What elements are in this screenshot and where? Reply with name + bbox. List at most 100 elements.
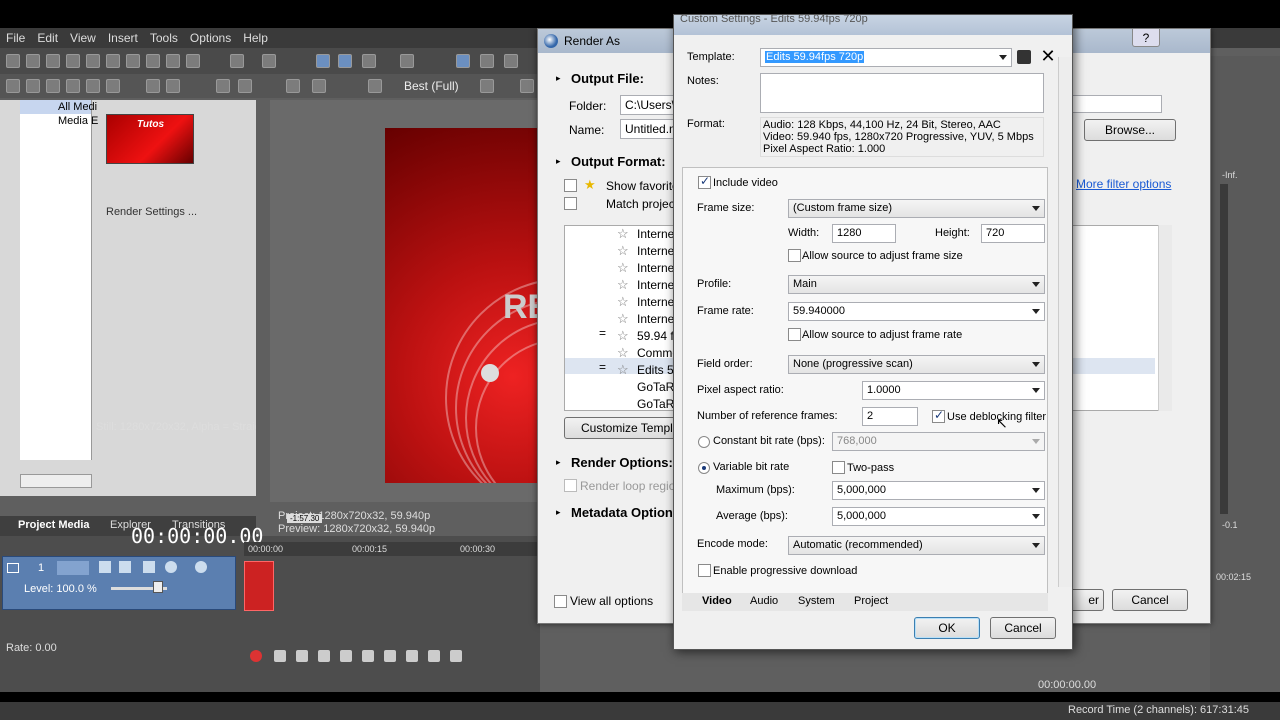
folder-input[interactable]: C:\Users\ <box>620 95 680 115</box>
ok-button[interactable]: OK <box>914 617 980 639</box>
track-motion-icon[interactable] <box>99 561 111 573</box>
template-item[interactable]: Interne <box>637 244 674 258</box>
collapse-arrow-icon[interactable]: ▸ <box>556 507 561 518</box>
properties-icon[interactable] <box>106 54 120 68</box>
progressive-download-checkbox[interactable] <box>698 564 711 577</box>
variable-bit-rate-radio[interactable] <box>698 462 710 474</box>
paste-icon[interactable] <box>166 54 180 68</box>
copy-snapshot-icon[interactable] <box>520 79 534 93</box>
external-monitor-icon[interactable] <box>312 79 326 93</box>
maximum-bps-combo[interactable]: 5,000,000 <box>832 481 1045 500</box>
save-as-icon[interactable] <box>66 54 80 68</box>
frame-size-dropdown[interactable]: (Custom frame size) <box>788 199 1045 218</box>
normal-edit-tool-icon[interactable] <box>316 54 330 68</box>
favorite-star-icon[interactable]: ☆ <box>617 345 629 361</box>
favorite-star-icon[interactable]: ☆ <box>617 311 629 327</box>
auto-crossfade-icon[interactable] <box>480 54 494 68</box>
favorite-star-icon[interactable]: ☆ <box>617 243 629 259</box>
frame-rate-combo[interactable]: 59.940000 <box>788 302 1045 321</box>
favorite-star-icon[interactable]: ☆ <box>617 362 629 378</box>
pause-icon[interactable] <box>340 650 352 662</box>
split-screen-icon[interactable] <box>368 79 382 93</box>
search-icon[interactable] <box>106 79 120 93</box>
tree-item-all-media[interactable]: All Medi <box>20 100 97 114</box>
close-icon[interactable] <box>146 79 160 93</box>
save-template-icon[interactable] <box>1017 50 1031 64</box>
view-all-options-checkbox[interactable] <box>554 595 567 608</box>
tab-project[interactable]: Project <box>854 595 888 607</box>
menu-view[interactable]: View <box>64 28 102 48</box>
template-item[interactable]: Interne <box>637 312 674 326</box>
menu-file[interactable]: File <box>0 28 31 48</box>
menu-help[interactable]: Help <box>237 28 274 48</box>
allow-frame-size-checkbox[interactable] <box>788 249 801 262</box>
menu-options[interactable]: Options <box>184 28 237 48</box>
average-bps-combo[interactable]: 5,000,000 <box>832 507 1045 526</box>
favorite-star-icon[interactable]: ☆ <box>617 277 629 293</box>
copy-icon[interactable] <box>146 54 160 68</box>
play-icon[interactable] <box>216 79 230 93</box>
refresh-icon[interactable] <box>86 79 100 93</box>
open-icon[interactable] <box>26 54 40 68</box>
menu-tools[interactable]: Tools <box>144 28 184 48</box>
redo-icon[interactable] <box>262 54 276 68</box>
favorite-star-icon[interactable]: ☆ <box>617 226 629 242</box>
mute-icon[interactable] <box>195 561 207 573</box>
get-media-icon[interactable] <box>46 79 60 93</box>
settings-vertical-scrollbar[interactable] <box>1058 57 1072 587</box>
menu-edit[interactable]: Edit <box>31 28 64 48</box>
tab-audio[interactable]: Audio <box>750 595 778 607</box>
views-icon[interactable] <box>166 79 180 93</box>
template-item[interactable]: Interne <box>637 261 674 275</box>
template-item[interactable]: Interne <box>637 227 674 241</box>
lock-envelopes-icon[interactable] <box>504 54 518 68</box>
collapse-arrow-icon[interactable]: ▸ <box>556 457 561 468</box>
collapse-arrow-icon[interactable]: ▸ <box>556 156 561 167</box>
encode-mode-dropdown[interactable]: Automatic (recommended) <box>788 536 1045 555</box>
render-as-cancel-button[interactable]: Cancel <box>1112 589 1188 611</box>
constant-bit-rate-radio[interactable] <box>698 436 710 448</box>
template-item[interactable]: Interne <box>637 295 674 309</box>
tab-video[interactable]: Video <box>702 595 732 607</box>
constant-bit-rate-combo[interactable]: 768,000 <box>832 432 1045 451</box>
width-input[interactable]: 1280 <box>832 224 896 243</box>
new-file-icon[interactable] <box>6 54 20 68</box>
collapse-arrow-icon[interactable]: ▸ <box>556 73 561 84</box>
tab-project-media[interactable]: Project Media <box>18 519 90 531</box>
previous-frame-icon[interactable] <box>428 650 440 662</box>
track-name-field[interactable] <box>57 561 89 575</box>
track-settings-gear-icon[interactable] <box>165 561 177 573</box>
favorite-star-icon[interactable]: ☆ <box>617 328 629 344</box>
notes-textarea[interactable] <box>760 73 1044 113</box>
next-frame-icon[interactable] <box>450 650 462 662</box>
include-video-checkbox[interactable] <box>698 174 711 189</box>
browse-button[interactable]: Browse... <box>1084 119 1176 141</box>
zoom-tool-icon[interactable] <box>400 54 414 68</box>
media-thumbnail[interactable]: Tutos <box>106 114 194 164</box>
template-combo[interactable]: Edits 59.94fps 720p <box>760 48 1012 67</box>
track-level-slider-handle[interactable] <box>153 581 163 593</box>
overlays-icon[interactable] <box>480 79 494 93</box>
stop-icon[interactable] <box>362 650 374 662</box>
preview-properties-icon[interactable] <box>286 79 300 93</box>
folder-dropdown[interactable] <box>1070 95 1162 113</box>
cut-icon[interactable] <box>126 54 140 68</box>
import-media-icon[interactable] <box>6 79 20 93</box>
remove-media-icon[interactable] <box>66 79 80 93</box>
timeline-ruler[interactable]: 00:00:00 00:00:15 00:00:30 <box>244 542 540 556</box>
more-filter-options-link[interactable]: More filter options <box>1076 177 1171 191</box>
height-input[interactable]: 720 <box>981 224 1045 243</box>
favorite-star-icon[interactable]: ☆ <box>617 294 629 310</box>
tab-system[interactable]: System <box>798 595 835 607</box>
tree-item-media-effects[interactable]: Media E <box>20 114 98 128</box>
help-button[interactable]: ? <box>1132 29 1160 47</box>
media-bin-tree[interactable]: All Medi Media E <box>20 100 98 460</box>
undo-icon[interactable] <box>230 54 244 68</box>
delete-template-icon[interactable]: ✕ <box>1039 47 1057 66</box>
play-icon[interactable] <box>318 650 330 662</box>
match-project-checkbox[interactable] <box>564 197 577 210</box>
reference-frames-input[interactable]: 2 <box>862 407 918 426</box>
snapping-icon[interactable] <box>456 54 470 68</box>
deblocking-filter-checkbox[interactable] <box>932 408 945 423</box>
favorite-star-icon[interactable]: ☆ <box>617 260 629 276</box>
